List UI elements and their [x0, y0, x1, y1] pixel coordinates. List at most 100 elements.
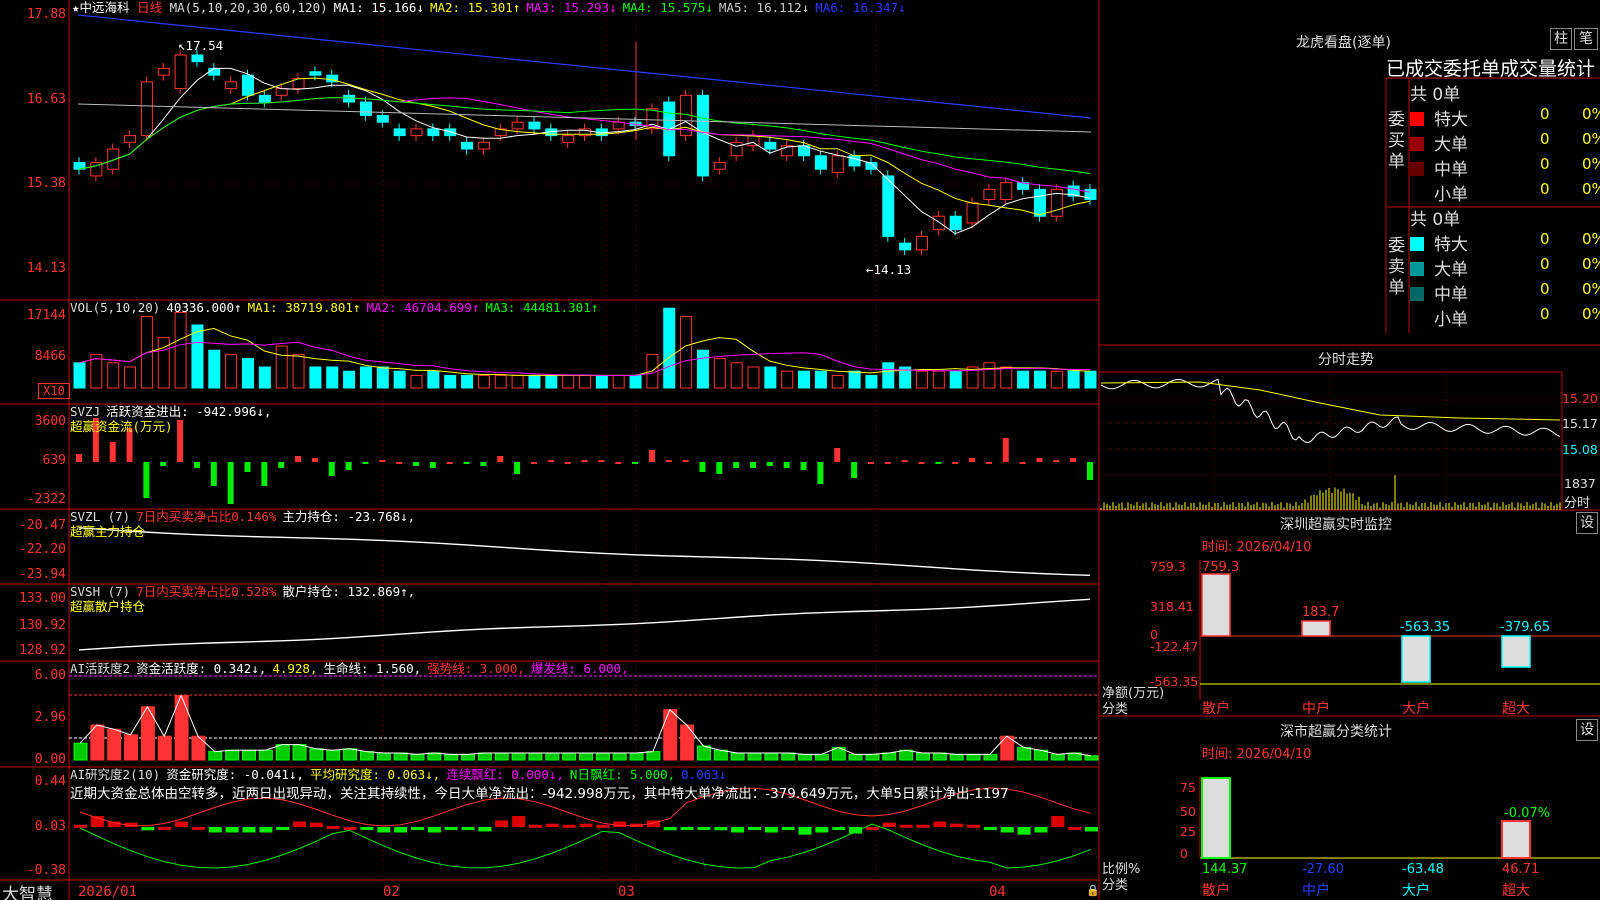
activity-bar	[983, 753, 998, 761]
activity-bar	[258, 749, 273, 761]
ai1-item-0: AI活跃度2	[70, 661, 131, 676]
order-count: 0	[1540, 305, 1550, 323]
volume-bar	[545, 374, 558, 389]
activity-bar	[798, 753, 813, 761]
volume-bar	[831, 374, 844, 389]
candle-body	[983, 188, 996, 200]
research-bar	[899, 824, 913, 828]
volume-bar	[511, 374, 524, 389]
activity-bar	[663, 709, 678, 761]
svzj-subtitle: 超赢资金流(万元)	[70, 419, 173, 434]
research-bar	[613, 821, 627, 827]
sz-xlabel: 分类	[1102, 702, 1129, 717]
volume-bar	[208, 349, 221, 389]
candle-body	[242, 74, 254, 96]
activity-bar	[646, 751, 661, 761]
ai2-tick: 0.03	[34, 819, 66, 834]
candle-body	[882, 175, 895, 237]
sz-category: 中户	[1302, 701, 1330, 717]
order-count: 0	[1540, 280, 1550, 298]
volume-bar	[225, 353, 238, 389]
candle-body	[140, 81, 153, 137]
research-bar	[191, 827, 205, 830]
vol-item-0: VOL(5,10,20)	[70, 300, 161, 315]
research-bar	[865, 827, 879, 830]
favorite-star-icon[interactable]: ★	[72, 0, 80, 15]
activity-bar	[359, 751, 374, 761]
money-flow-bar	[463, 462, 470, 464]
sz-bar	[1501, 635, 1531, 668]
money-flow-bar	[109, 442, 116, 462]
volume-bar	[1000, 366, 1013, 389]
activity-bar	[696, 745, 711, 761]
money-flow-bar	[244, 462, 251, 472]
volume-bar	[258, 366, 271, 389]
volume-bar	[461, 374, 474, 389]
order-pct: 0%	[1582, 155, 1600, 173]
sz-value: -563.35	[1400, 620, 1451, 635]
lock-icon[interactable]: 🔒	[1086, 884, 1100, 897]
activity-bar	[814, 753, 829, 761]
color-swatch	[1410, 262, 1424, 276]
volume-bar	[427, 370, 440, 389]
sz-value: -379.65	[1500, 620, 1551, 635]
activity-bar	[899, 749, 914, 761]
research-bar	[967, 824, 981, 828]
period-label[interactable]: 日线	[137, 0, 162, 15]
chart-canvas[interactable]	[0, 0, 1600, 900]
activity-bar	[444, 753, 459, 761]
svzl-item-2: 主力持仓: -23.768↓,	[282, 509, 416, 524]
research-bar	[444, 827, 458, 830]
bar-mode-button[interactable]: 柱	[1550, 28, 1572, 50]
research-bar	[158, 827, 172, 830]
candle-body	[966, 202, 979, 224]
activity-bar	[494, 752, 509, 761]
research-bar	[697, 827, 711, 830]
ma-values: MA(5,10,20,30,60,120) MA1: 15.166↓ MA2: 15…	[170, 0, 912, 15]
activity-bar	[275, 744, 290, 761]
svsh-item-0: SVSH (7)	[70, 584, 131, 599]
money-flow-bar	[413, 462, 419, 466]
volume-bar	[579, 374, 591, 389]
money-flow-bar	[817, 462, 824, 484]
money-flow-bar	[76, 454, 82, 462]
volume-bar	[410, 374, 423, 389]
classify-settings-button[interactable]: 设	[1576, 719, 1598, 741]
research-bar	[1051, 816, 1065, 827]
activity-bar	[191, 735, 206, 761]
money-flow-bar	[766, 462, 773, 466]
candle-body	[612, 121, 625, 130]
research-bar	[680, 827, 694, 830]
price-tick: 14.13	[26, 261, 66, 276]
order-count: 0	[1540, 155, 1550, 173]
money-flow-bar	[514, 462, 521, 474]
candle-body	[427, 128, 440, 137]
candle-body	[730, 141, 743, 157]
research-bar	[394, 827, 408, 833]
order-pct: 0%	[1582, 255, 1600, 273]
tick-mode-button[interactable]: 笔	[1574, 28, 1598, 50]
volume-bar	[764, 366, 777, 389]
color-swatch	[1410, 137, 1424, 151]
intraday-avg-line	[1100, 381, 1561, 421]
svzl-header: SVZL (7) 7日内买卖净占比0.146% 主力持仓: -23.768↓,	[70, 509, 421, 525]
research-bar	[1085, 827, 1098, 832]
volume-bar	[73, 362, 86, 389]
stats-title: 已成交委托单成交量统计	[1386, 58, 1596, 80]
ma120-line	[77, 14, 1092, 119]
activity-bar	[393, 752, 408, 761]
candle-body	[174, 54, 187, 90]
svzl-item-1: 7日内买卖净占比0.146%	[136, 509, 277, 524]
research-bar	[478, 827, 492, 832]
money-flow-bar	[716, 462, 723, 474]
volume-bar	[781, 370, 794, 389]
ai1-tick: 0.00	[34, 752, 66, 767]
money-flow-bar	[648, 450, 655, 462]
order-count: 0	[1540, 255, 1550, 273]
ai2-item-1: 资金研究度: -0.041↓,	[166, 767, 304, 782]
candle-body	[191, 54, 204, 63]
activity-bar	[1084, 755, 1099, 761]
sz-settings-button[interactable]: 设	[1576, 512, 1598, 534]
classify-value: -27.60	[1302, 862, 1344, 877]
money-flow-bar	[362, 462, 369, 464]
